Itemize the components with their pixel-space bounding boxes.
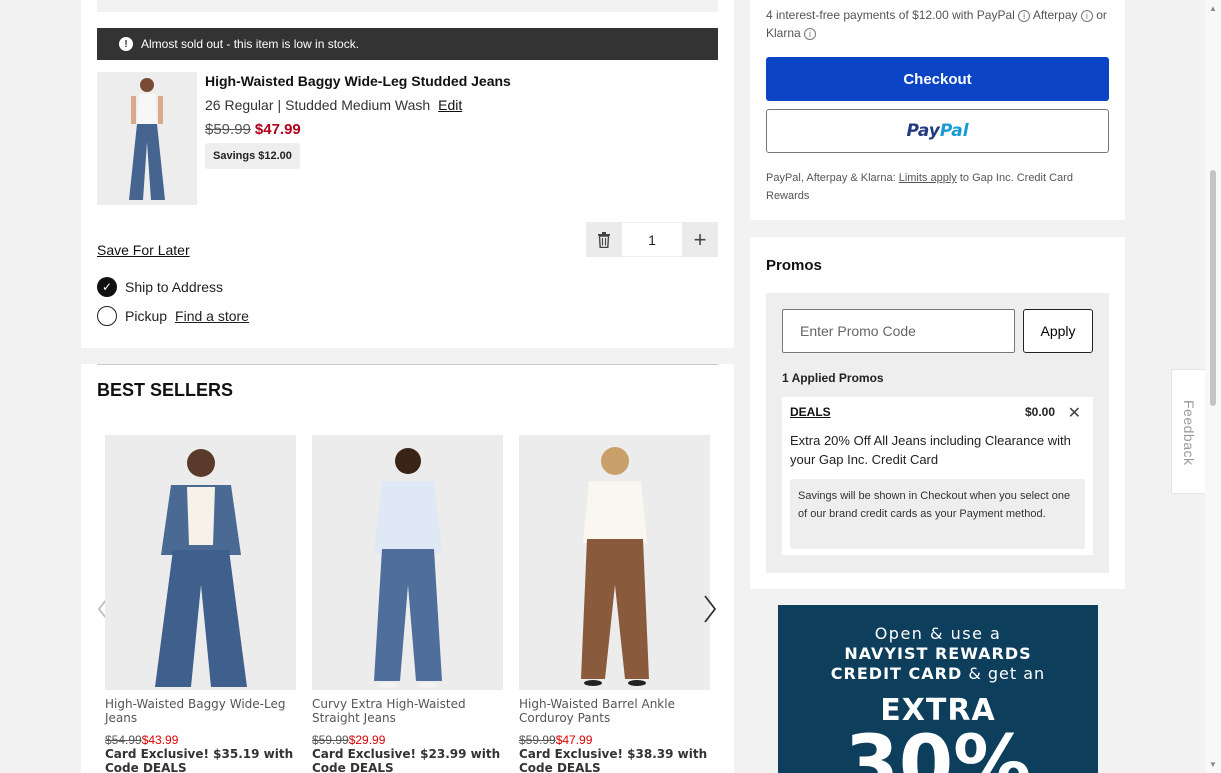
product-tile[interactable]: High-Waisted Barrel Ankle Corduroy Pants… — [519, 435, 710, 773]
promo-amount: $0.00 — [1024, 405, 1055, 419]
applied-promo-card: DEALS $0.00 ✕ Extra 20% Off All Jeans in… — [782, 397, 1093, 555]
info-icon[interactable]: i — [804, 28, 817, 40]
original-price: $59.99 — [519, 733, 556, 747]
pickup-option[interactable]: Pickup Find a store — [97, 306, 249, 326]
product-tile[interactable]: Curvy Extra High-Waisted Straight Jeans … — [312, 435, 503, 773]
apply-promo-button[interactable]: Apply — [1023, 309, 1093, 353]
promo-code-input[interactable] — [782, 309, 1015, 353]
paypal-logo-pay: Pay — [906, 121, 940, 141]
limits-apply-link[interactable]: Limits apply — [899, 172, 957, 184]
limits-prefix: PayPal, Afterpay & Klarna: — [766, 172, 896, 184]
promo-description: Extra 20% Off All Jeans including Cleara… — [790, 433, 1071, 467]
info-icon: ! — [119, 37, 133, 51]
credit-card-banner[interactable]: Open & use a NAVYIST REWARDS CREDIT CARD… — [778, 605, 1098, 773]
product-tile[interactable]: High-Waisted Baggy Wide-Leg Jeans $54.99… — [105, 435, 296, 773]
low-stock-alert: ! Almost sold out - this item is low in … — [97, 28, 718, 60]
card-exclusive-text: Card Exclusive! $38.39 with Code DEALS — [519, 747, 708, 773]
product-title[interactable]: High-Waisted Baggy Wide-Leg Studded Jean… — [205, 73, 511, 89]
banner-line-3-rest: & get an — [968, 664, 1046, 683]
product-prices: $59.99$29.99 — [312, 733, 503, 747]
edit-link[interactable]: Edit — [438, 97, 462, 113]
find-store-link[interactable]: Find a store — [175, 308, 249, 324]
product-color: Studded Medium Wash — [285, 97, 431, 113]
original-price: $54.99 — [105, 733, 142, 747]
banner-percent: 30% — [844, 720, 1032, 773]
feedback-tab[interactable]: Feedback — [1171, 369, 1207, 494]
best-sellers-section: BEST SELLERS High-Waisted Baggy Wide-Leg… — [81, 364, 734, 773]
product-prices: $59.99$47.99 — [205, 121, 301, 138]
product-name[interactable]: High-Waisted Baggy Wide-Leg Jeans — [105, 697, 296, 725]
page-scrollbar[interactable]: ▲ ▼ — [1205, 0, 1221, 773]
product-size: 26 Regular — [205, 97, 274, 113]
promo-note: Savings will be shown in Checkout when y… — [790, 479, 1085, 549]
low-stock-text: Almost sold out - this item is low in st… — [141, 37, 360, 51]
chevron-right-icon[interactable] — [703, 594, 717, 631]
product-image[interactable] — [519, 435, 710, 690]
product-photo — [97, 72, 197, 205]
promo-box: Apply 1 Applied Promos DEALS $0.00 ✕ Ext… — [766, 293, 1109, 573]
product-image[interactable] — [105, 435, 296, 690]
pickup-label: Pickup — [125, 308, 168, 324]
increase-quantity-button[interactable]: + — [682, 222, 718, 257]
banner-line-3: CREDIT CARD & get an — [778, 664, 1098, 684]
installment-or-text: or — [1096, 8, 1107, 22]
feedback-label: Feedback — [1181, 400, 1197, 466]
banner-line-1: Open & use a — [874, 624, 1002, 643]
sale-price: $47.99 — [254, 121, 301, 138]
card-exclusive-text: Card Exclusive! $35.19 with Code DEALS — [105, 747, 294, 773]
save-for-later-link[interactable]: Save For Later — [97, 242, 190, 258]
best-sellers-title: BEST SELLERS — [97, 380, 234, 400]
installment-afterpay-text: Afterpay — [1032, 8, 1078, 22]
savings-badge: Savings $12.00 — [205, 143, 300, 169]
previous-item-divider — [97, 0, 718, 12]
card-exclusive-text: Card Exclusive! $23.99 with Code DEALS — [312, 747, 501, 773]
installment-klarna-text: Klarna — [766, 26, 801, 40]
plus-icon: + — [693, 226, 707, 252]
promos-title: Promos — [766, 257, 822, 274]
info-icon[interactable]: i — [1018, 10, 1031, 22]
product-name[interactable]: Curvy Extra High-Waisted Straight Jeans — [312, 697, 503, 725]
original-price: $59.99 — [312, 733, 349, 747]
installment-paypal-text: 4 interest-free payments of $12.00 with … — [766, 8, 1015, 22]
scroll-down-icon[interactable]: ▼ — [1209, 760, 1217, 769]
cart-item-card: ! Almost sold out - this item is low in … — [81, 0, 734, 348]
original-price: $59.99 — [205, 121, 251, 138]
quantity-value[interactable]: 1 — [622, 222, 682, 257]
quantity-stepper: 1 + — [586, 222, 718, 257]
radio-empty-icon — [97, 306, 117, 326]
checkout-panel: 4 interest-free payments of $12.00 with … — [750, 0, 1125, 220]
info-icon[interactable]: i — [1080, 10, 1093, 22]
scroll-up-icon[interactable]: ▲ — [1209, 4, 1217, 13]
trash-icon — [598, 231, 610, 248]
product-thumbnail[interactable] — [97, 72, 197, 205]
checkout-button[interactable]: Checkout — [766, 57, 1109, 101]
banner-line-3-bold: CREDIT CARD — [830, 664, 963, 683]
applied-promos-label: 1 Applied Promos — [782, 371, 884, 385]
close-icon[interactable]: ✕ — [1068, 403, 1081, 423]
ship-to-address-option[interactable]: ✓ Ship to Address — [97, 277, 223, 297]
limits-text: PayPal, Afterpay & Klarna: Limits apply … — [766, 169, 1111, 205]
product-name[interactable]: High-Waisted Barrel Ankle Corduroy Pants — [519, 697, 710, 725]
ship-to-address-label: Ship to Address — [125, 279, 224, 295]
variant-separator: | — [277, 97, 282, 113]
remove-item-button[interactable] — [586, 222, 622, 257]
paypal-logo-pal: Pal — [939, 121, 969, 141]
sale-price: $47.99 — [555, 733, 593, 747]
paypal-button[interactable]: PayPal — [766, 109, 1109, 153]
product-prices: $59.99$47.99 — [519, 733, 710, 747]
product-variant: 26 Regular | Studded Medium Wash Edit — [205, 97, 462, 113]
scroll-thumb[interactable] — [1210, 170, 1216, 406]
banner-line-2: NAVYIST REWARDS — [844, 644, 1032, 663]
sale-price: $43.99 — [141, 733, 179, 747]
installment-text: 4 interest-free payments of $12.00 with … — [766, 6, 1111, 42]
promos-panel: Promos Apply 1 Applied Promos DEALS $0.0… — [750, 237, 1125, 589]
sale-price: $29.99 — [348, 733, 386, 747]
product-prices: $54.99$43.99 — [105, 733, 296, 747]
checkmark-icon: ✓ — [97, 277, 117, 297]
product-image[interactable] — [312, 435, 503, 690]
section-divider — [97, 364, 718, 365]
promo-code-name[interactable]: DEALS — [790, 405, 831, 419]
